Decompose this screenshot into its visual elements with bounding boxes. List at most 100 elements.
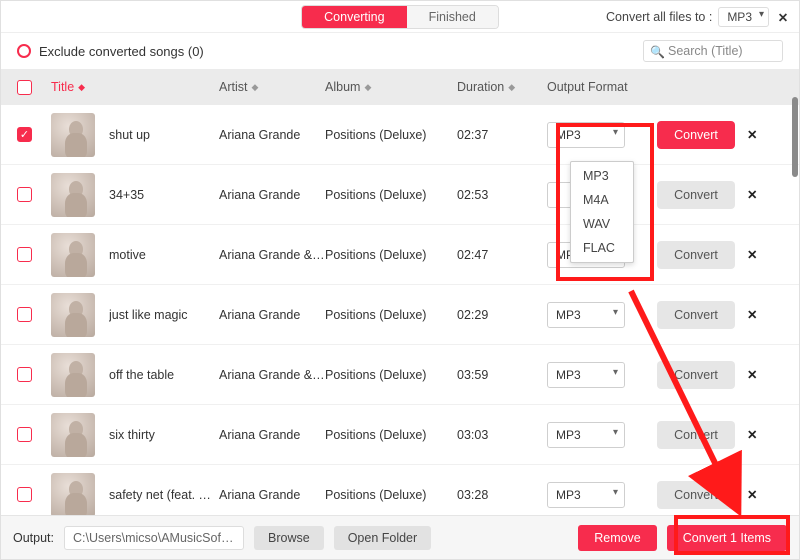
table-row: motive Ariana Grande & ... Positions (De… bbox=[1, 225, 799, 285]
format-select[interactable]: MP3 bbox=[547, 362, 625, 388]
track-artist: Ariana Grande bbox=[219, 128, 300, 142]
format-select[interactable]: MP3 bbox=[547, 482, 625, 508]
remove-row-icon[interactable]: ✕ bbox=[747, 128, 757, 142]
track-title: safety net (feat. Ty ... bbox=[109, 488, 217, 502]
row-checkbox[interactable] bbox=[17, 307, 32, 322]
album-art bbox=[51, 173, 95, 217]
search-icon: 🔍 bbox=[650, 45, 665, 59]
album-art bbox=[51, 113, 95, 157]
track-duration: 02:37 bbox=[457, 128, 488, 142]
exclude-radio-icon[interactable] bbox=[17, 44, 31, 58]
track-duration: 02:29 bbox=[457, 308, 488, 322]
table-row: off the table Ariana Grande & ... Positi… bbox=[1, 345, 799, 405]
topbar-right: Convert all files to : MP3 ✕ bbox=[606, 1, 791, 33]
row-checkbox[interactable] bbox=[17, 487, 32, 502]
sort-icon: ◆ bbox=[364, 83, 371, 91]
track-title: shut up bbox=[109, 128, 217, 142]
footer: Output: C:\Users\micso\AMusicSoft ... Br… bbox=[1, 515, 799, 559]
row-checkbox[interactable]: ✓ bbox=[17, 127, 32, 142]
convert-all-label: Convert all files to : bbox=[606, 10, 712, 24]
track-album: Positions (Deluxe) bbox=[325, 128, 426, 142]
search-placeholder: Search (Title) bbox=[668, 44, 743, 58]
format-option[interactable]: WAV bbox=[571, 212, 633, 236]
sort-icon: ◆ bbox=[508, 83, 515, 91]
row-checkbox[interactable] bbox=[17, 367, 32, 382]
convert-button[interactable]: Convert bbox=[657, 361, 735, 389]
header-duration-label: Duration bbox=[457, 80, 504, 94]
row-checkbox[interactable] bbox=[17, 247, 32, 262]
tab-finished[interactable]: Finished bbox=[407, 6, 498, 28]
track-duration: 03:03 bbox=[457, 428, 488, 442]
format-select[interactable]: MP3 bbox=[547, 302, 625, 328]
output-path-input[interactable]: C:\Users\micso\AMusicSoft ... bbox=[64, 526, 244, 550]
format-dropdown[interactable]: MP3M4AWAVFLAC bbox=[570, 161, 634, 263]
convert-button[interactable]: Convert bbox=[657, 181, 735, 209]
convert-button[interactable]: Convert bbox=[657, 301, 735, 329]
track-album: Positions (Deluxe) bbox=[325, 188, 426, 202]
convert-button[interactable]: Convert bbox=[657, 121, 735, 149]
table-row: 34+35 Ariana Grande Positions (Deluxe) 0… bbox=[1, 165, 799, 225]
open-folder-button[interactable]: Open Folder bbox=[334, 526, 431, 550]
track-duration: 03:59 bbox=[457, 368, 488, 382]
format-select[interactable]: MP3 bbox=[547, 122, 625, 148]
format-option[interactable]: FLAC bbox=[571, 236, 633, 260]
convert-button[interactable]: Convert bbox=[657, 481, 735, 509]
track-title: motive bbox=[109, 248, 217, 262]
album-art bbox=[51, 473, 95, 517]
remove-row-icon[interactable]: ✕ bbox=[747, 368, 757, 382]
remove-row-icon[interactable]: ✕ bbox=[747, 428, 757, 442]
track-artist: Ariana Grande bbox=[219, 188, 300, 202]
track-title: six thirty bbox=[109, 428, 217, 442]
remove-row-icon[interactable]: ✕ bbox=[747, 308, 757, 322]
app-window: Converting Finished Convert all files to… bbox=[0, 0, 800, 560]
track-album: Positions (Deluxe) bbox=[325, 308, 426, 322]
convert-button[interactable]: Convert bbox=[657, 241, 735, 269]
select-all-checkbox[interactable] bbox=[17, 80, 32, 95]
convert-all-select[interactable]: MP3 bbox=[718, 7, 769, 27]
sort-icon: ◆ bbox=[251, 83, 258, 91]
header-album-label: Album bbox=[325, 80, 360, 94]
header-title-label: Title bbox=[51, 80, 74, 94]
track-artist: Ariana Grande bbox=[219, 488, 300, 502]
close-icon[interactable]: ✕ bbox=[775, 9, 791, 25]
row-checkbox[interactable] bbox=[17, 187, 32, 202]
track-duration: 02:47 bbox=[457, 248, 488, 262]
header-title[interactable]: Title ◆ bbox=[51, 80, 219, 94]
table-row: ✓ shut up Ariana Grande Positions (Delux… bbox=[1, 105, 799, 165]
album-art bbox=[51, 233, 95, 277]
convert-button[interactable]: Convert bbox=[657, 421, 735, 449]
tabs: Converting Finished bbox=[301, 5, 499, 29]
remove-row-icon[interactable]: ✕ bbox=[747, 248, 757, 262]
remove-button[interactable]: Remove bbox=[578, 525, 657, 551]
format-select[interactable]: MP3 bbox=[547, 422, 625, 448]
sort-icon: ◆ bbox=[78, 83, 85, 91]
track-duration: 02:53 bbox=[457, 188, 488, 202]
header-output-format: Output Format bbox=[547, 80, 657, 94]
album-art bbox=[51, 413, 95, 457]
track-artist: Ariana Grande & ... bbox=[219, 368, 325, 382]
track-title: off the table bbox=[109, 368, 217, 382]
track-album: Positions (Deluxe) bbox=[325, 428, 426, 442]
scrollbar[interactable] bbox=[792, 97, 798, 177]
tab-converting[interactable]: Converting bbox=[302, 6, 406, 28]
header-artist[interactable]: Artist ◆ bbox=[219, 80, 325, 94]
browse-button[interactable]: Browse bbox=[254, 526, 324, 550]
format-option[interactable]: MP3 bbox=[571, 164, 633, 188]
track-album: Positions (Deluxe) bbox=[325, 368, 426, 382]
header-duration[interactable]: Duration ◆ bbox=[457, 80, 547, 94]
header-artist-label: Artist bbox=[219, 80, 247, 94]
convert-items-button[interactable]: Convert 1 Items bbox=[667, 525, 787, 551]
track-artist: Ariana Grande bbox=[219, 428, 300, 442]
track-artist: Ariana Grande bbox=[219, 308, 300, 322]
track-artist: Ariana Grande & ... bbox=[219, 248, 325, 262]
header-checkbox-cell bbox=[17, 80, 51, 95]
remove-row-icon[interactable]: ✕ bbox=[747, 188, 757, 202]
search-input[interactable]: 🔍 Search (Title) bbox=[643, 40, 783, 62]
row-checkbox[interactable] bbox=[17, 427, 32, 442]
track-duration: 03:28 bbox=[457, 488, 488, 502]
exclude-label: Exclude converted songs (0) bbox=[39, 44, 204, 59]
header-album[interactable]: Album ◆ bbox=[325, 80, 457, 94]
track-title: just like magic bbox=[109, 308, 217, 322]
remove-row-icon[interactable]: ✕ bbox=[747, 488, 757, 502]
format-option[interactable]: M4A bbox=[571, 188, 633, 212]
